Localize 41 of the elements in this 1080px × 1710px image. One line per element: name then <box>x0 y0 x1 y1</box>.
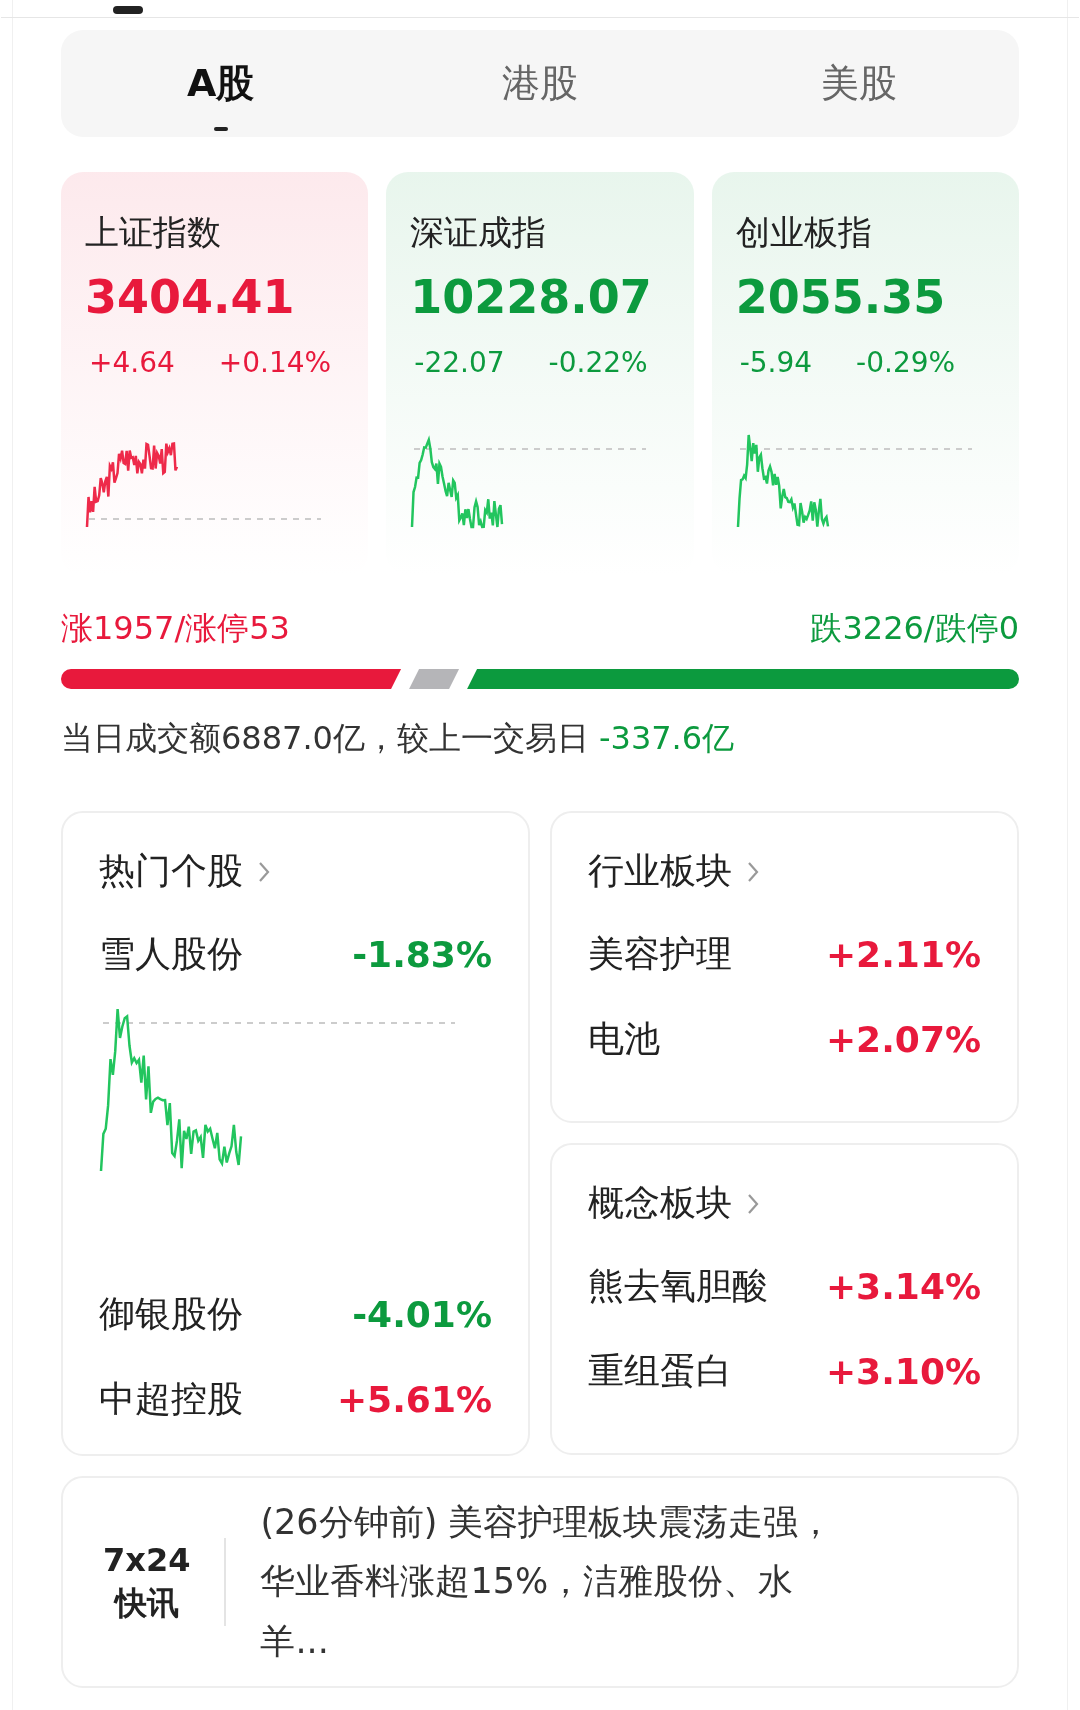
index-value: 2055.35 <box>735 270 947 324</box>
section-link[interactable]: 概念板块 <box>588 1179 760 1228</box>
turnover-delta: -337.6亿 <box>598 718 735 759</box>
news-text: (26分钟前) 美容护理板块震荡走强，华业香料涨超15%，洁雅股份、水羊... <box>260 1500 835 1663</box>
market-tab[interactable]: 美股 <box>699 30 1019 137</box>
decliners-text: 跌3226/跌停0 <box>810 608 1019 649</box>
change-percent: +5.61% <box>336 1379 492 1420</box>
change-percent: -4.01% <box>352 1294 492 1335</box>
stock-name[interactable]: 美容护理 <box>588 930 732 979</box>
index-percent: +0.14% <box>218 346 332 379</box>
market-tab[interactable]: 港股 <box>380 30 700 137</box>
change-percent: +2.07% <box>825 1019 981 1060</box>
section-link[interactable]: 行业板块 <box>588 847 760 896</box>
stock-name[interactable]: 御银股份 <box>99 1290 243 1339</box>
advancers-text: 涨1957/涨停53 <box>61 608 290 649</box>
status-indicator <box>113 6 143 14</box>
index-name: 创业板指 <box>735 211 873 254</box>
index-change: -5.94 <box>739 346 813 379</box>
news-logo-text: 快讯 <box>114 1583 179 1624</box>
stock-name[interactable]: 中超控股 <box>99 1375 243 1424</box>
index-percent: -0.22% <box>548 346 648 379</box>
news-logo-text: 7x24 <box>103 1539 191 1581</box>
change-percent: +2.11% <box>825 934 981 975</box>
index-value: 10228.07 <box>410 270 653 324</box>
index-change: +4.64 <box>89 346 175 379</box>
turnover-text: 当日成交额6887.0亿，较上一交易日 <box>61 718 589 759</box>
stock-name[interactable]: 重组蛋白 <box>588 1347 732 1396</box>
index-value: 3404.41 <box>85 270 296 324</box>
index-percent: -0.29% <box>856 346 956 379</box>
change-percent: +3.14% <box>825 1266 981 1307</box>
index-name: 上证指数 <box>85 211 222 254</box>
index-change: -22.07 <box>414 346 505 379</box>
stock-name[interactable]: 熊去氧胆酸 <box>588 1262 768 1311</box>
market-tab[interactable]: A股 <box>61 30 381 137</box>
section-link[interactable]: 热门个股 <box>99 847 492 896</box>
change-percent: -1.83% <box>352 934 492 975</box>
news-card[interactable]: 7x24 快讯 (26分钟前) 美容护理板块震荡走强，华业香料涨超15%，洁雅股份、水羊... <box>61 1476 1019 1688</box>
index-name: 深证成指 <box>410 211 548 254</box>
change-percent: +3.10% <box>825 1351 981 1392</box>
stock-name[interactable]: 雪人股份 <box>99 930 243 979</box>
stock-name[interactable]: 电池 <box>588 1015 660 1064</box>
